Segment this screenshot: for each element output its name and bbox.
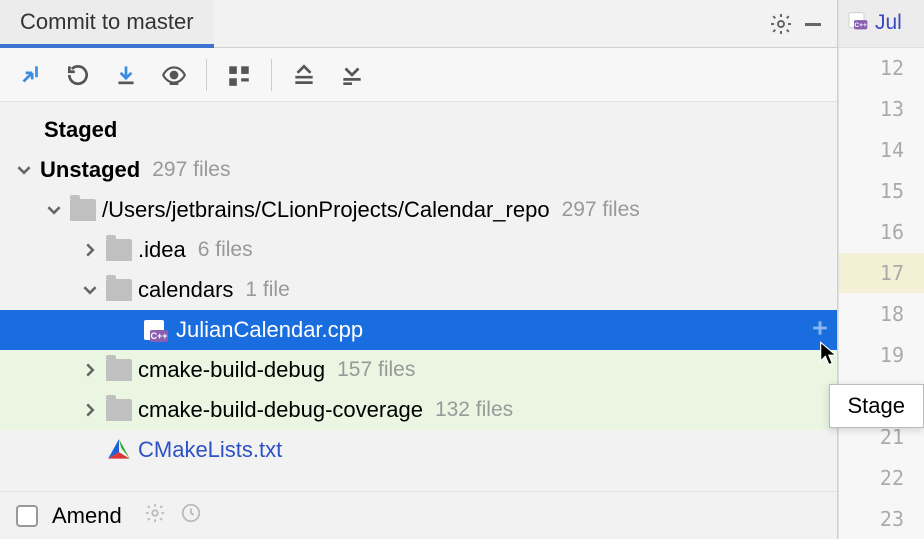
- gear-icon[interactable]: [765, 8, 797, 40]
- folder-icon: [106, 359, 132, 381]
- line-number[interactable]: 15: [839, 171, 924, 212]
- line-number[interactable]: 18: [839, 293, 924, 334]
- folder-icon: [106, 279, 132, 301]
- commit-options-gear-icon[interactable]: [144, 502, 166, 529]
- idea-label: .idea: [138, 237, 186, 263]
- line-number[interactable]: 14: [839, 130, 924, 171]
- chevron-right-icon[interactable]: [80, 240, 100, 260]
- group-by-icon[interactable]: [219, 55, 259, 95]
- cmake-coverage-row[interactable]: cmake-build-debug-coverage 132 files: [0, 390, 837, 430]
- stage-tooltip: Stage: [829, 384, 924, 428]
- calendars-folder-row[interactable]: calendars 1 file: [0, 270, 837, 310]
- julian-file-row[interactable]: C++ JulianCalendar.cpp: [0, 310, 837, 350]
- cmake-coverage-label: cmake-build-debug-coverage: [138, 397, 423, 423]
- commit-toolbar: [0, 48, 837, 102]
- cmakelists-row[interactable]: CMakeLists.txt: [0, 430, 837, 470]
- svg-text:C++: C++: [854, 22, 867, 29]
- collapse-all-icon[interactable]: [332, 55, 372, 95]
- unstaged-label: Unstaged: [40, 157, 140, 183]
- editor-tab-label: Jul: [875, 11, 902, 35]
- expand-all-icon[interactable]: [284, 55, 324, 95]
- amend-label: Amend: [52, 503, 122, 529]
- cpp-file-icon: C++: [847, 11, 871, 36]
- minimize-icon[interactable]: [797, 8, 829, 40]
- julian-file-label: JulianCalendar.cpp: [176, 317, 363, 343]
- commit-tab[interactable]: Commit to master: [0, 0, 214, 48]
- commit-bottom-bar: Amend: [0, 491, 837, 539]
- unstaged-count: 297 files: [152, 158, 230, 182]
- line-number[interactable]: 17: [839, 253, 924, 294]
- idea-count: 6 files: [198, 238, 253, 262]
- download-icon[interactable]: [106, 55, 146, 95]
- cpp-file-icon: C++: [142, 318, 170, 342]
- cmakelists-label: CMakeLists.txt: [138, 437, 282, 463]
- folder-icon: [106, 399, 132, 421]
- line-number[interactable]: 13: [839, 89, 924, 130]
- preview-icon[interactable]: [154, 55, 194, 95]
- toolbar-separator: [271, 59, 272, 91]
- svg-text:C++: C++: [150, 331, 167, 341]
- line-number[interactable]: 22: [839, 457, 924, 498]
- root-path-label: /Users/jetbrains/CLionProjects/Calendar_…: [102, 197, 550, 223]
- history-icon[interactable]: [180, 502, 202, 529]
- cmake-debug-label: cmake-build-debug: [138, 357, 325, 383]
- staged-group[interactable]: Staged: [0, 110, 837, 150]
- cmake-debug-row[interactable]: cmake-build-debug 157 files: [0, 350, 837, 390]
- chevron-down-icon[interactable]: [14, 160, 34, 180]
- chevron-down-icon[interactable]: [44, 200, 64, 220]
- line-number[interactable]: 16: [839, 212, 924, 253]
- amend-checkbox[interactable]: [16, 505, 38, 527]
- editor-tab[interactable]: C++ Jul: [839, 0, 924, 48]
- line-number[interactable]: 12: [839, 48, 924, 89]
- cmake-coverage-count: 132 files: [435, 398, 513, 422]
- calendars-label: calendars: [138, 277, 233, 303]
- cmake-debug-count: 157 files: [337, 358, 415, 382]
- rollback-icon[interactable]: [58, 55, 98, 95]
- folder-icon: [70, 199, 96, 221]
- root-folder-row[interactable]: /Users/jetbrains/CLionProjects/Calendar_…: [0, 190, 837, 230]
- chevron-down-icon[interactable]: [80, 280, 100, 300]
- root-count: 297 files: [562, 198, 640, 222]
- tab-bar: Commit to master: [0, 0, 837, 48]
- stage-plus-icon[interactable]: [811, 317, 829, 343]
- commit-tab-label: Commit to master: [20, 9, 194, 35]
- chevron-right-icon[interactable]: [80, 400, 100, 420]
- line-number[interactable]: 19: [839, 334, 924, 375]
- refresh-changes-icon[interactable]: [10, 55, 50, 95]
- staged-label: Staged: [44, 117, 117, 143]
- toolbar-separator: [206, 59, 207, 91]
- chevron-right-icon[interactable]: [80, 360, 100, 380]
- calendars-count: 1 file: [245, 278, 289, 302]
- unstaged-group[interactable]: Unstaged 297 files: [0, 150, 837, 190]
- changes-tree[interactable]: Staged Unstaged 297 files /Users/jetbrai…: [0, 102, 837, 491]
- tooltip-text: Stage: [848, 393, 906, 418]
- line-number[interactable]: 23: [839, 498, 924, 539]
- idea-folder-row[interactable]: .idea 6 files: [0, 230, 837, 270]
- editor-gutter: C++ Jul 12 13 14 15 16 17 18 19 20 21 22…: [838, 0, 924, 539]
- cmake-file-icon: [106, 438, 132, 462]
- folder-icon: [106, 239, 132, 261]
